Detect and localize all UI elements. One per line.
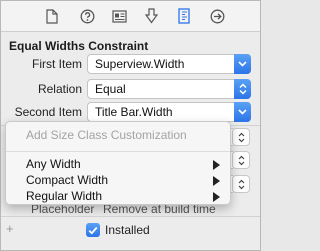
submenu-arrow-icon (213, 176, 220, 186)
chevron-down-icon[interactable] (234, 54, 251, 74)
size-class-menu: Add Size Class Customization Any Width C… (5, 121, 231, 205)
menu-separator (6, 151, 230, 152)
submenu-arrow-icon (213, 192, 220, 202)
relation-label: Relation (37, 82, 82, 96)
menu-header: Add Size Class Customization (26, 128, 187, 142)
menu-item-label: Regular Width (26, 189, 103, 203)
plus-icon[interactable]: + (6, 221, 14, 236)
relation-value: Equal (95, 82, 126, 96)
first-item-value: Superview.Width (95, 57, 185, 71)
menu-item-regular-width[interactable]: Regular Width (6, 188, 230, 205)
relation-popup[interactable]: Equal (87, 79, 251, 99)
quick-help-icon[interactable] (79, 8, 95, 24)
divider (1, 216, 260, 217)
up-down-arrows-icon[interactable] (234, 79, 251, 99)
connections-inspector-icon[interactable] (209, 8, 225, 24)
menu-item-label: Compact Width (26, 173, 109, 187)
identity-inspector-icon[interactable] (111, 8, 127, 24)
menu-item-compact-width[interactable]: Compact Width (6, 172, 230, 189)
inspector-toolbar (1, 1, 260, 32)
second-item-value: Title Bar.Width (95, 105, 173, 119)
first-item-label: First Item (32, 57, 82, 71)
installed-checkbox[interactable] (86, 223, 100, 237)
file-inspector-icon[interactable] (44, 8, 60, 24)
first-item-combo[interactable]: Superview.Width (87, 54, 251, 74)
chevron-down-icon[interactable] (234, 102, 251, 122)
submenu-arrow-icon (213, 160, 220, 170)
installed-label: Installed (105, 223, 150, 237)
section-title: Equal Widths Constraint (9, 39, 149, 53)
size-inspector-icon[interactable] (176, 8, 192, 24)
second-item-label: Second Item (14, 105, 82, 119)
menu-item-any-width[interactable]: Any Width (6, 156, 230, 173)
menu-item-label: Any Width (26, 157, 81, 171)
second-item-combo[interactable]: Title Bar.Width (87, 102, 251, 122)
inspector-panel: Equal Widths Constraint First Item Super… (0, 0, 261, 251)
constant-stepper[interactable] (232, 128, 250, 146)
attributes-inspector-icon[interactable] (143, 8, 159, 24)
multiplier-stepper[interactable] (232, 175, 250, 193)
priority-stepper[interactable] (232, 151, 250, 169)
